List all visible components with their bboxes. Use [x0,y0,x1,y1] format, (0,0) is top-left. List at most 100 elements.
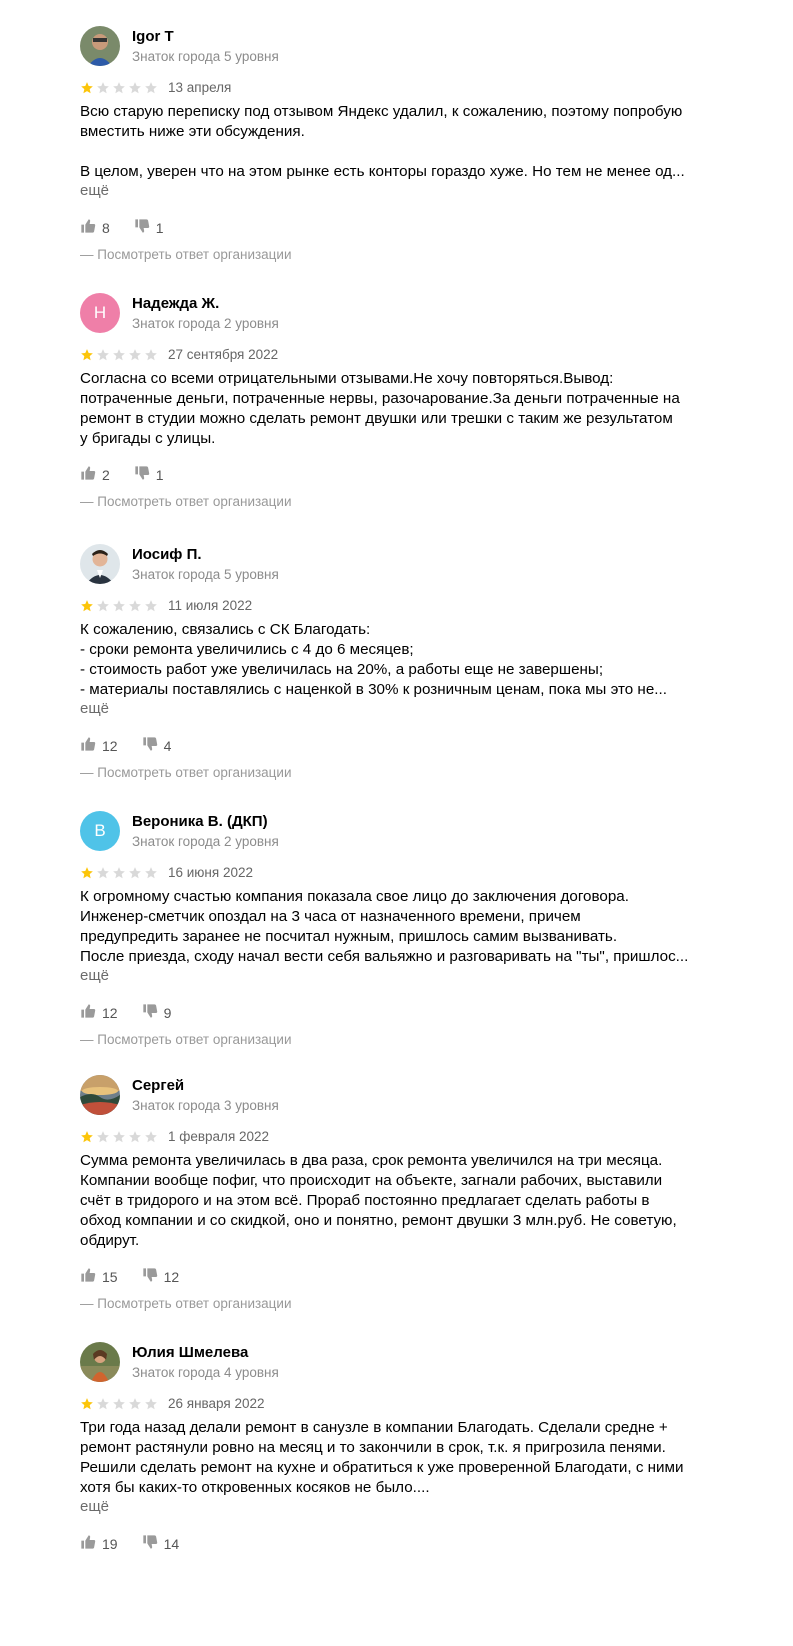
avatar[interactable] [80,26,120,66]
like-button[interactable]: 8 [80,218,110,237]
dislike-button[interactable]: 1 [134,218,164,237]
review-text-line: - материалы поставлялись с наценкой в 30… [80,681,667,698]
review-date: 1 февраля 2022 [168,1129,270,1144]
review-text-line: К сожалению, связались с СК Благодать: [80,621,371,638]
thumb-up-icon [80,218,102,237]
review-text-line: После приезда, сходу начал вести себя ва… [80,948,689,965]
dislike-count: 4 [163,737,172,754]
rating-stars [80,81,158,95]
thumb-up-icon [80,465,102,484]
author-level: Знаток города 2 уровня [132,316,279,331]
star-icon [128,599,142,613]
more-link[interactable]: ещё [80,1498,109,1515]
review-text: К огромному счастью компания показала св… [80,887,730,967]
review-text-line: предупредить заранее не посчитал нужным,… [80,928,618,945]
review-text-line: Всю старую переписку под отзывом Яндекс … [80,103,683,120]
avatar[interactable]: Н [80,293,120,333]
star-icon [112,81,126,95]
review-text-line: у бригады с улицы. [80,430,216,447]
star-icon [96,866,110,880]
star-icon [128,1397,142,1411]
review-text-line: Сумма ремонта увеличилась в два раза, ср… [80,1152,663,1169]
author-level: Знаток города 5 уровня [132,567,279,582]
review-text-line: - стоимость работ уже увеличилась на 20%… [80,661,604,678]
dislike-button[interactable]: 4 [142,736,172,755]
more-link[interactable]: ещё [80,700,109,717]
more-link[interactable]: ещё [80,967,109,984]
author-name[interactable]: Юлия Шмелева [132,1344,248,1361]
star-icon [144,348,158,362]
author-name[interactable]: Надежда Ж. [132,295,219,312]
landscape-photo-icon [80,1075,120,1115]
author-level: Знаток города 2 уровня [132,834,279,849]
star-icon [80,1397,94,1411]
review-text: Согласна со всеми отрицательными отзывам… [80,369,730,449]
author-level: Знаток города 3 уровня [132,1098,279,1113]
dislike-count: 1 [155,466,164,483]
review-text-line: Инженер-сметчик опоздал на 3 часа от наз… [80,908,581,925]
star-icon [96,1130,110,1144]
like-button[interactable]: 19 [80,1534,118,1553]
person-photo-icon [80,544,120,584]
more-link[interactable]: ещё [80,182,109,199]
review-text-line: В целом, уверен что на этом рынке есть к… [80,163,685,180]
avatar-letter: Н [93,303,107,322]
view-org-answer-link[interactable]: — Посмотреть ответ организации [80,494,292,509]
author-name[interactable]: Igor T [132,28,174,45]
avatar[interactable]: В [80,811,120,851]
avatar-letter: В [94,821,106,840]
star-icon [128,348,142,362]
review-text-line: К огромному счастью компания показала св… [80,888,629,905]
star-icon [80,348,94,362]
votes: 15 12 [80,1267,203,1286]
review-text-line: хотя бы каких-то откровенных косяков не … [80,1479,430,1496]
thumb-up-icon [80,1534,102,1553]
view-org-answer-link[interactable]: — Посмотреть ответ организации [80,247,292,262]
author-name[interactable]: Иосиф П. [132,546,202,563]
view-org-answer-link[interactable]: — Посмотреть ответ организации [80,1032,292,1047]
review-text: Сумма ремонта увеличилась в два раза, ср… [80,1151,730,1251]
like-count: 12 [102,737,118,754]
like-count: 19 [102,1535,118,1552]
dislike-count: 1 [155,219,164,236]
avatar[interactable] [80,544,120,584]
review-text: Всю старую переписку под отзывом Яндекс … [80,102,730,182]
star-icon [96,599,110,613]
view-org-answer-link[interactable]: — Посмотреть ответ организации [80,1296,292,1311]
avatar[interactable] [80,1075,120,1115]
author-name[interactable]: Вероника В. (ДКП) [132,813,268,830]
dislike-count: 14 [163,1535,180,1552]
dislike-button[interactable]: 9 [142,1003,171,1022]
dislike-button[interactable]: 14 [142,1534,180,1553]
review-text-line: счёт в тридорого и на этом всё. Прораб п… [80,1192,650,1209]
votes: 21 [80,465,188,484]
review-text-line: обход компании и со скидкой, оно и понят… [80,1212,677,1229]
author-level: Знаток города 5 уровня [132,49,279,64]
votes: 19 14 [80,1534,203,1553]
person-photo-icon [80,26,120,66]
star-icon [96,1397,110,1411]
thumb-down-icon [142,1534,164,1553]
star-icon [144,599,158,613]
like-button[interactable]: 12 [80,736,118,755]
person-photo-icon [80,1342,120,1382]
star-icon [96,348,110,362]
star-icon [112,599,126,613]
dislike-button[interactable]: 12 [142,1267,179,1286]
avatar[interactable] [80,1342,120,1382]
review-text-line [80,142,730,162]
like-button[interactable]: 15 [80,1267,118,1286]
like-button[interactable]: 12 [80,1003,118,1022]
like-count: 2 [102,466,110,483]
star-icon [144,1397,158,1411]
review-text-line: вместить ниже эти обсуждения. [80,123,305,140]
review-text-line: - сроки ремонта увеличились с 4 до 6 мес… [80,641,414,658]
dislike-button[interactable]: 1 [134,465,164,484]
like-count: 8 [102,219,110,236]
author-name[interactable]: Сергей [132,1077,184,1094]
star-icon [112,1130,126,1144]
thumb-down-icon [142,1267,164,1286]
like-button[interactable]: 2 [80,465,110,484]
review-text-line: Согласна со всеми отрицательными отзывам… [80,370,614,387]
view-org-answer-link[interactable]: — Посмотреть ответ организации [80,765,292,780]
